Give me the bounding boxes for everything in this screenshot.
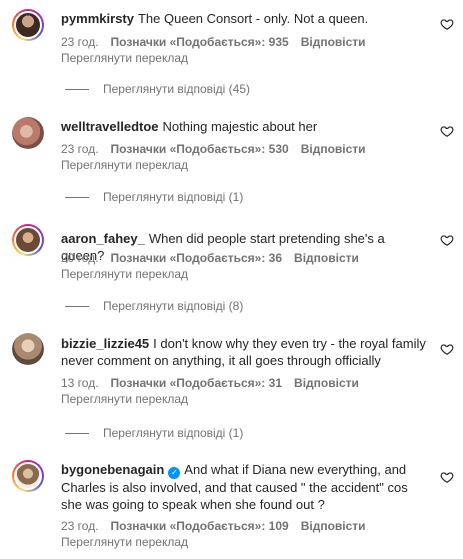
view-replies-button[interactable]: Переглянути відповіді (1) bbox=[65, 190, 243, 205]
avatar[interactable] bbox=[12, 117, 44, 149]
heart-outline-icon[interactable] bbox=[440, 124, 454, 138]
comment-text: bygonebenagain ✓ And what if Diana new eve… bbox=[61, 461, 431, 513]
reply-button[interactable]: Відповісти bbox=[294, 376, 359, 390]
comment-meta: 20 год. Позначки «Подобається»: 36 Відпові… bbox=[61, 251, 371, 266]
comment-text: bizzie_lizzie45 I don't know why they eve… bbox=[61, 335, 431, 369]
reply-button[interactable]: Відповісти bbox=[301, 35, 366, 49]
comment-username[interactable]: welltravelledtoe bbox=[61, 119, 159, 134]
replies-divider bbox=[65, 197, 89, 199]
reply-button[interactable]: Відповісти bbox=[294, 251, 359, 265]
comment-time[interactable]: 13 год. bbox=[61, 376, 99, 390]
comment-body: The Queen Consort - only. Not a queen. bbox=[137, 11, 369, 26]
comment-time[interactable]: 23 год. bbox=[61, 142, 99, 156]
comment-username[interactable]: aaron_fahey_ bbox=[61, 231, 145, 246]
comment-time[interactable]: 20 год. bbox=[61, 251, 99, 265]
see-translation-link[interactable]: Переглянути переклад bbox=[61, 158, 188, 173]
comment-time[interactable]: 23 год. bbox=[61, 35, 99, 49]
view-replies-label: Переглянути відповіді (1) bbox=[103, 190, 244, 204]
comment-text: pymmkirsty The Queen Consort - only. Not … bbox=[61, 10, 431, 27]
see-translation-link[interactable]: Переглянути переклад bbox=[61, 535, 188, 550]
replies-divider bbox=[65, 89, 89, 91]
comment-likes[interactable]: Позначки «Подобається»: 36 bbox=[111, 251, 282, 265]
verified-badge-icon: ✓ bbox=[168, 467, 181, 479]
replies-divider bbox=[65, 433, 89, 435]
avatar[interactable] bbox=[12, 460, 44, 492]
view-replies-label: Переглянути відповіді (45) bbox=[103, 82, 251, 96]
comment-likes[interactable]: Позначки «Подобається»: 109 bbox=[111, 519, 289, 533]
comment-likes[interactable]: Позначки «Подобається»: 530 bbox=[111, 142, 289, 156]
comment-username[interactable]: bizzie_lizzie45 bbox=[61, 336, 149, 351]
reply-button[interactable]: Відповісти bbox=[301, 519, 366, 533]
comment-text: welltravelledtoe Nothing majestic about h… bbox=[61, 118, 431, 135]
view-replies-button[interactable]: Переглянути відповіді (1) bbox=[65, 426, 243, 441]
comment-likes[interactable]: Позначки «Подобається»: 31 bbox=[111, 376, 282, 390]
comment-time[interactable]: 23 год. bbox=[61, 519, 99, 533]
see-translation-link[interactable]: Переглянути переклад bbox=[61, 267, 188, 282]
see-translation-link[interactable]: Переглянути переклад bbox=[61, 51, 188, 66]
avatar[interactable] bbox=[12, 224, 44, 256]
comment-likes[interactable]: Позначки «Подобається»: 935 bbox=[111, 35, 289, 49]
heart-outline-icon[interactable] bbox=[440, 470, 454, 484]
heart-outline-icon[interactable] bbox=[440, 342, 454, 356]
comment-username[interactable]: pymmkirsty bbox=[61, 11, 134, 26]
view-replies-button[interactable]: Переглянути відповіді (45) bbox=[65, 82, 250, 97]
avatar[interactable] bbox=[12, 9, 44, 41]
heart-outline-icon[interactable] bbox=[440, 17, 454, 31]
view-replies-label: Переглянути відповіді (1) bbox=[103, 426, 244, 440]
comment-meta: 13 год. Позначки «Подобається»: 31 Відпові… bbox=[61, 376, 371, 391]
view-replies-button[interactable]: Переглянути відповіді (8) bbox=[65, 299, 243, 314]
avatar[interactable] bbox=[12, 333, 44, 365]
comment-body: Nothing majestic about her bbox=[162, 119, 318, 134]
comment-meta: 23 год. Позначки «Подобається»: 935 Відпов… bbox=[61, 35, 378, 50]
comment-meta: 23 год. Позначки «Подобається»: 530 Відпов… bbox=[61, 142, 378, 157]
comment-meta: 23 год. Позначки «Подобається»: 109 Відпов… bbox=[61, 519, 378, 534]
reply-button[interactable]: Відповісти bbox=[301, 142, 366, 156]
heart-outline-icon[interactable] bbox=[440, 233, 454, 247]
see-translation-link[interactable]: Переглянути переклад bbox=[61, 392, 188, 407]
view-replies-label: Переглянути відповіді (8) bbox=[103, 299, 244, 313]
replies-divider bbox=[65, 306, 89, 308]
comment-username[interactable]: bygonebenagain bbox=[61, 462, 164, 477]
